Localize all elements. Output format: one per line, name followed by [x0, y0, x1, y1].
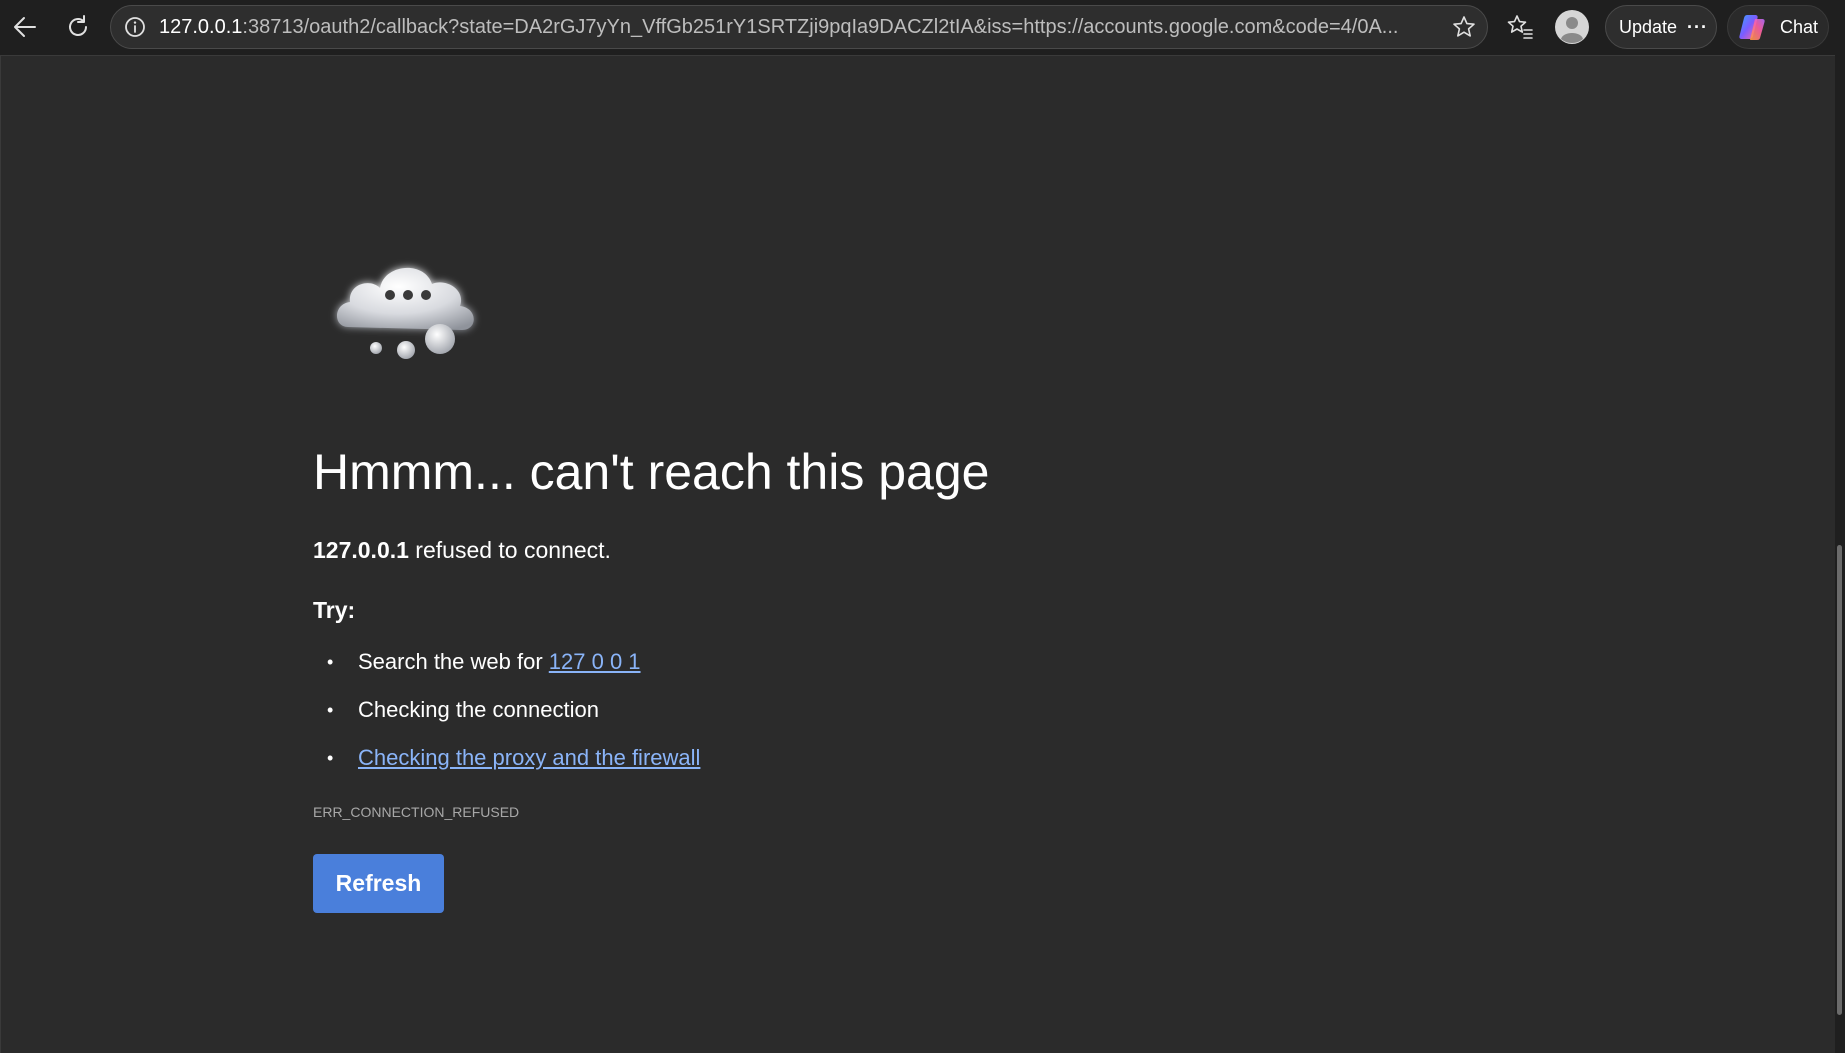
favorites-icon: [1507, 15, 1533, 39]
list-item: • Search the web for 127 0 0 1: [313, 644, 700, 692]
list-item: • Checking the proxy and the firewall: [313, 740, 700, 788]
search-suggestion-prefix: Search the web for: [358, 649, 549, 674]
refresh-button[interactable]: [58, 7, 98, 47]
back-button[interactable]: [5, 7, 45, 47]
scrollbar[interactable]: [1835, 55, 1845, 1053]
connection-suggestion: Checking the connection: [358, 697, 599, 722]
address-bar[interactable]: 127.0.0.1:38713/oauth2/callback?state=DA…: [110, 5, 1488, 49]
update-label: Update: [1619, 16, 1678, 37]
page-content: [0, 55, 1835, 1053]
proxy-firewall-link[interactable]: Checking the proxy and the firewall: [358, 745, 700, 770]
chat-button[interactable]: Chat: [1727, 5, 1829, 49]
try-heading: Try:: [313, 597, 356, 623]
error-message-suffix: refused to connect.: [408, 537, 611, 563]
refresh-page-button[interactable]: Refresh: [313, 854, 444, 913]
profile-icon: [1555, 10, 1589, 44]
profile-button[interactable]: [1552, 7, 1592, 47]
error-message: 127.0.0.1 refused to connect.: [313, 537, 611, 564]
error-code: ERR_CONNECTION_REFUSED: [313, 804, 520, 820]
back-arrow-icon: [14, 17, 36, 37]
error-host: 127.0.0.1: [313, 537, 409, 563]
search-web-link[interactable]: 127 0 0 1: [549, 649, 641, 674]
browser-toolbar: 127.0.0.1:38713/oauth2/callback?state=DA…: [0, 0, 1845, 55]
chat-label: Chat: [1780, 16, 1819, 37]
bullet-icon: •: [327, 652, 334, 672]
more-icon[interactable]: ···: [1687, 17, 1708, 38]
page-title: Hmmm... can't reach this page: [313, 444, 990, 500]
bullet-icon: •: [327, 700, 334, 720]
suggestions-list: • Search the web for 127 0 0 1 • Checkin…: [313, 644, 700, 788]
url-host: 127.0.0.1: [159, 16, 243, 38]
thinking-cloud-icon: [328, 242, 488, 372]
favorites-button[interactable]: [1500, 7, 1540, 47]
update-button[interactable]: Update ···: [1605, 5, 1717, 49]
url-text[interactable]: 127.0.0.1:38713/oauth2/callback?state=DA…: [159, 6, 1439, 48]
list-item: • Checking the connection: [313, 692, 700, 740]
scrollbar-thumb[interactable]: [1837, 545, 1842, 1015]
star-icon[interactable]: [1451, 14, 1477, 40]
url-path: :38713/oauth2/callback?state=DA2rGJ7yYn_…: [242, 16, 1399, 38]
info-icon[interactable]: [123, 15, 147, 39]
refresh-icon: [69, 15, 87, 36]
copilot-icon: [1739, 15, 1765, 40]
bullet-icon: •: [327, 748, 334, 768]
